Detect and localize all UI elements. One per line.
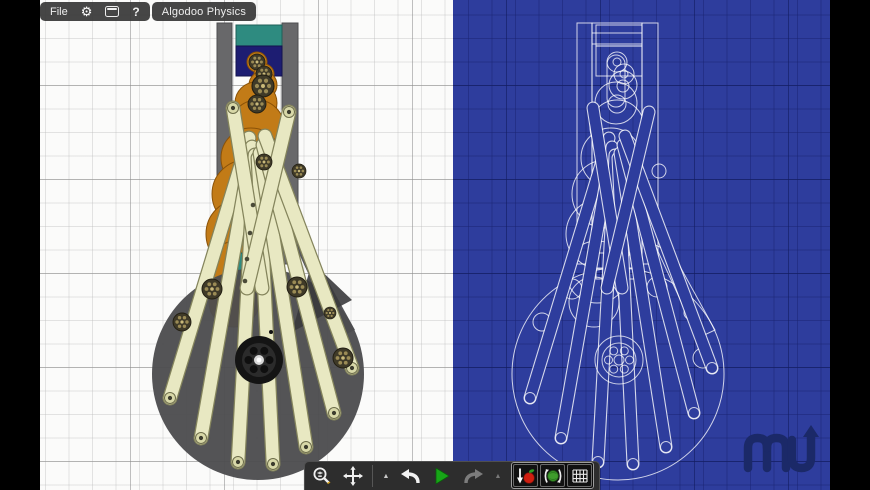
menu-segment: File ⚙ ?: [40, 2, 150, 21]
undo-history-button[interactable]: ▲: [380, 465, 392, 487]
up-triangle-icon: ▲: [494, 472, 502, 480]
zoom-tool-button[interactable]: [310, 465, 334, 487]
scene-canvas[interactable]: [40, 0, 453, 490]
app-window: File ⚙ ? Algodoo Physics ▲ ▲: [40, 0, 830, 490]
blueprint-canvas[interactable]: [453, 0, 830, 490]
air-friction-toggle[interactable]: [540, 464, 565, 487]
gravity-apple-icon: [516, 468, 535, 484]
app-title: Algodoo Physics: [161, 5, 247, 18]
blueprint-drawing: [511, 22, 725, 481]
main-menu-bar: File ⚙ ? Algodoo Physics: [40, 2, 257, 21]
blueprint-lever-fan: [523, 101, 719, 471]
air-friction-icon: [544, 468, 561, 483]
redo-arrow-icon: [464, 468, 483, 483]
contraption-drawing: [152, 22, 364, 480]
world-toggles: [511, 462, 594, 489]
undo-arrow-icon: [401, 468, 420, 483]
help-button[interactable]: ?: [132, 5, 139, 19]
grid-toggle[interactable]: [567, 464, 592, 487]
toolbar-divider: [372, 465, 373, 487]
play-icon: [435, 468, 450, 484]
grid-icon: [571, 468, 588, 483]
gear-icon[interactable]: ⚙: [81, 5, 93, 18]
up-triangle-icon: ▲: [382, 472, 390, 480]
simulation-toolbar: ▲ ▲: [304, 461, 600, 490]
file-menu[interactable]: File: [50, 6, 68, 18]
play-button[interactable]: [430, 465, 454, 487]
pan-tool-button[interactable]: [341, 465, 365, 487]
redo-button[interactable]: [461, 465, 485, 487]
window-icon[interactable]: [105, 6, 120, 17]
redo-history-button[interactable]: ▲: [492, 465, 504, 487]
four-way-arrows-icon: [343, 466, 363, 486]
title-segment: Algodoo Physics: [151, 2, 257, 21]
macupdate-logo: [743, 425, 819, 473]
gravity-toggle[interactable]: [513, 464, 538, 487]
undo-button[interactable]: [399, 465, 423, 487]
magnifier-icon: [313, 467, 331, 485]
